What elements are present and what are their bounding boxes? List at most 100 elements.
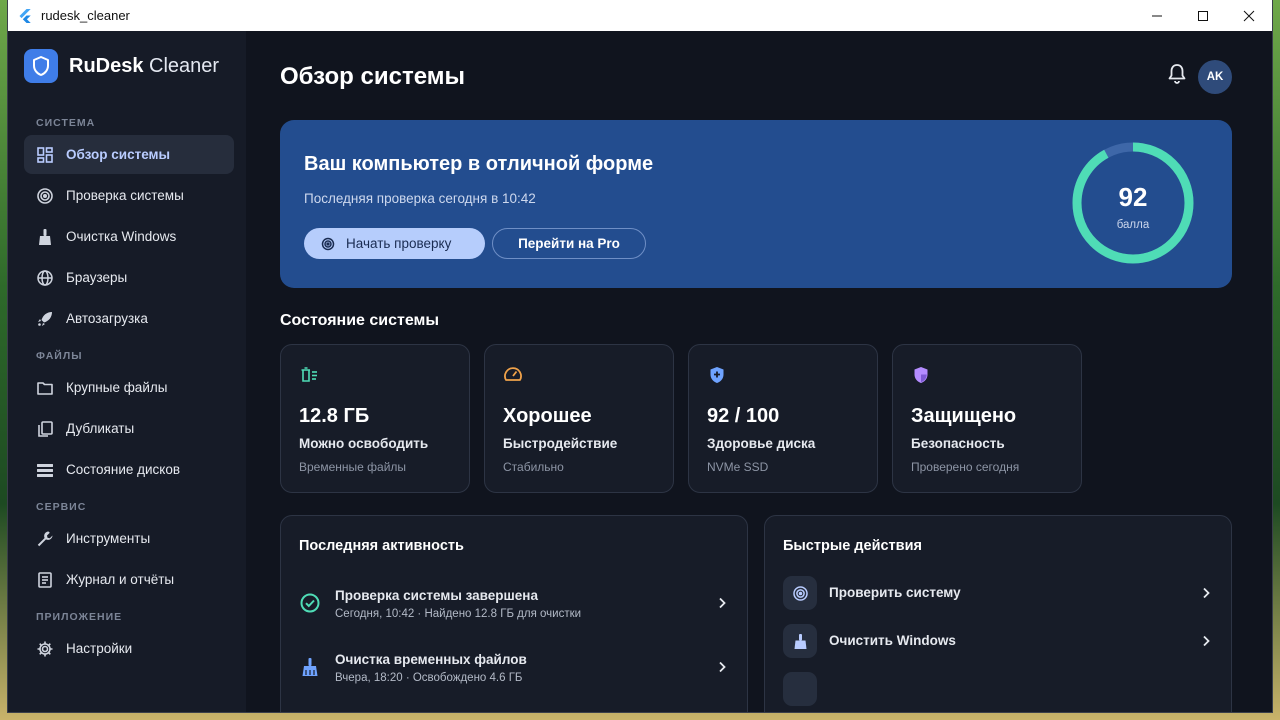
quick-action-label: Очистить Windows <box>829 633 956 648</box>
score-value: 92 <box>1118 182 1148 212</box>
stat-sub: Временные файлы <box>299 460 407 474</box>
main-content: Обзор системы AK Ваш компьютер в отлично… <box>246 31 1272 712</box>
folder-icon <box>36 379 54 397</box>
rocket-icon <box>36 310 54 328</box>
chevron-right-icon <box>1203 635 1210 647</box>
section-label-service: СЕРВИС <box>36 501 87 513</box>
stat-label: Быстродействие <box>503 436 618 451</box>
start-scan-button[interactable]: Начать проверку <box>304 228 485 259</box>
scan-icon <box>36 187 54 205</box>
sidebar-item-scan[interactable]: Проверка системы <box>24 176 234 215</box>
quick-action-scan[interactable]: Проверить систему <box>783 576 1213 610</box>
stat-label: Можно освободить <box>299 436 429 451</box>
globe-icon <box>36 269 54 287</box>
sidebar-item-label: Крупные файлы <box>66 380 168 395</box>
sidebar-item-label: Состояние дисков <box>66 462 181 477</box>
gear-icon <box>36 640 54 658</box>
chevron-right-icon <box>719 661 726 673</box>
panel-title: Последняя активность <box>299 538 464 554</box>
sidebar-item-browsers[interactable]: Браузеры <box>24 258 234 297</box>
start-scan-label: Начать проверку <box>346 236 452 251</box>
sidebar-item-label: Настройки <box>66 641 133 656</box>
check-circle-icon <box>300 593 320 613</box>
report-icon <box>36 571 54 589</box>
close-icon[interactable] <box>1226 0 1272 31</box>
hero-title: Ваш компьютер в отличной форме <box>304 153 654 175</box>
sidebar-item-label: Браузеры <box>66 270 128 285</box>
bell-icon[interactable] <box>1167 63 1187 85</box>
section-label-system: СИСТЕМА <box>36 117 96 129</box>
chevron-right-icon <box>1203 587 1210 599</box>
section-label-files: ФАЙЛЫ <box>36 350 83 362</box>
avatar[interactable]: AK <box>1198 60 1232 94</box>
list-item[interactable]: Проверка системы завершена Сегодня, 10:4… <box>299 588 729 630</box>
stat-card-performance[interactable]: Хорошее Быстродействие Стабильно <box>484 344 674 493</box>
section-label-app: ПРИЛОЖЕНИЕ <box>36 611 123 623</box>
sidebar-item-label: Автозагрузка <box>66 311 148 326</box>
shield-plus-icon <box>710 367 724 383</box>
sidebar-item-label: Журнал и отчёты <box>66 572 175 587</box>
flutter-icon <box>19 8 31 23</box>
title-bar: rudesk_cleaner <box>8 0 1272 31</box>
stat-sub: Проверено сегодня <box>911 460 1020 474</box>
activity-sub: Вчера, 18:20 · Освобождено 4.6 ГБ <box>335 672 523 684</box>
sidebar-item-label: Обзор системы <box>66 147 171 162</box>
maximize-icon[interactable] <box>1180 0 1226 31</box>
stat-value: 92 / 100 <box>707 405 780 427</box>
sidebar-item-label: Инструменты <box>66 531 151 546</box>
stat-label: Безопасность <box>911 436 1005 451</box>
stat-value: Хорошее <box>503 405 592 427</box>
quick-action-label: Проверить систему <box>829 585 961 600</box>
storage-icon <box>36 461 54 479</box>
brand: RuDesk Cleaner <box>8 31 246 101</box>
security-shield-icon <box>914 367 928 383</box>
chevron-right-icon <box>719 597 726 609</box>
broom-icon <box>783 624 817 658</box>
shield-icon <box>24 49 58 83</box>
dashboard-icon <box>36 146 54 164</box>
stat-label: Здоровье диска <box>707 436 816 451</box>
score-unit: балла <box>1116 219 1150 231</box>
sidebar: RuDesk Cleaner СИСТЕМА Обзор системы Про… <box>8 31 246 712</box>
scan-icon <box>321 237 335 250</box>
stat-value: 12.8 ГБ <box>299 405 370 427</box>
sidebar-item-windows-cleanup[interactable]: Очистка Windows <box>24 217 234 256</box>
minimize-icon[interactable] <box>1134 0 1180 31</box>
stat-card-security[interactable]: Защищено Безопасность Проверено сегодня <box>892 344 1082 493</box>
sidebar-item-settings[interactable]: Настройки <box>24 629 234 668</box>
quick-action-clean-windows[interactable]: Очистить Windows <box>783 624 1213 658</box>
sidebar-item-tools[interactable]: Инструменты <box>24 519 234 558</box>
activity-title: Проверка системы завершена <box>335 588 538 603</box>
go-pro-button[interactable]: Перейти на Pro <box>492 228 646 259</box>
sidebar-item-startup[interactable]: Автозагрузка <box>24 299 234 338</box>
stat-card-disk-health[interactable]: 92 / 100 Здоровье диска NVMe SSD <box>688 344 878 493</box>
hero-banner: Ваш компьютер в отличной форме Последняя… <box>280 120 1232 288</box>
sidebar-item-label: Очистка Windows <box>66 229 177 244</box>
wrench-icon <box>36 530 54 548</box>
stat-sub: Стабильно <box>503 460 564 474</box>
quick-actions-panel: Быстрые действия Проверить систему Очист… <box>764 515 1232 712</box>
sidebar-item-reports[interactable]: Журнал и отчёты <box>24 560 234 599</box>
activity-title: Очистка временных файлов <box>335 652 527 667</box>
trash-list-icon <box>301 367 317 382</box>
list-item[interactable]: Очистка временных файлов Вчера, 18:20 · … <box>299 652 729 694</box>
sidebar-item-large-files[interactable]: Крупные файлы <box>24 368 234 407</box>
panel-title: Быстрые действия <box>783 538 922 554</box>
sidebar-item-disk-status[interactable]: Состояние дисков <box>24 450 234 489</box>
hero-subtitle: Последняя проверка сегодня в 10:42 <box>304 191 536 206</box>
speedometer-icon <box>504 367 522 381</box>
sidebar-item-label: Дубликаты <box>66 421 135 436</box>
broom-icon <box>302 658 318 676</box>
page-title: Обзор системы <box>280 63 465 90</box>
window-title: rudesk_cleaner <box>41 8 130 23</box>
duplicate-icon <box>36 420 54 438</box>
sidebar-item-overview[interactable]: Обзор системы <box>24 135 234 174</box>
stat-card-free-space[interactable]: 12.8 ГБ Можно освободить Временные файлы <box>280 344 470 493</box>
sidebar-item-duplicates[interactable]: Дубликаты <box>24 409 234 448</box>
brand-name: RuDesk Cleaner <box>69 54 220 77</box>
recent-activity-panel: Последняя активность Проверка системы за… <box>280 515 748 712</box>
scan-icon <box>783 576 817 610</box>
quick-action-partial[interactable] <box>783 672 1213 706</box>
stat-value: Защищено <box>911 405 1017 427</box>
status-section-title: Состояние системы <box>280 312 440 329</box>
